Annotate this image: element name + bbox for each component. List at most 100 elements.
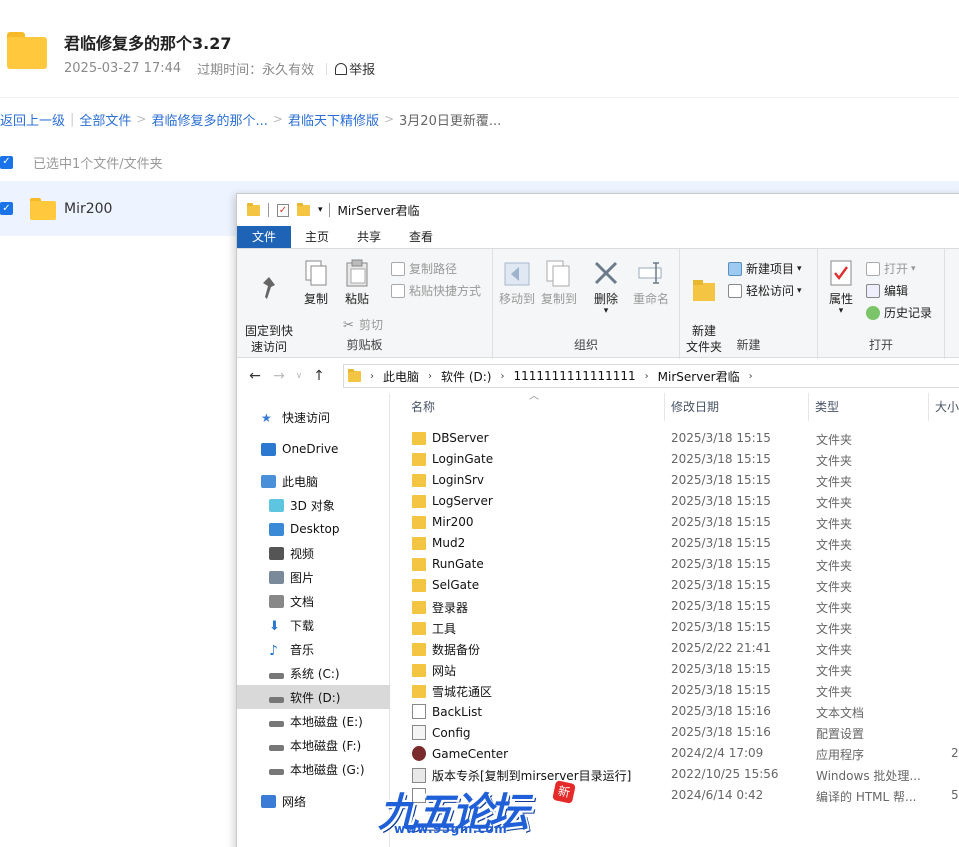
easy-access-button[interactable]: 轻松访问 ▾	[728, 282, 802, 299]
nav-item[interactable]: 本地磁盘 (G:)	[237, 757, 390, 781]
new-folder-icon	[693, 280, 715, 301]
paste-shortcut-button[interactable]: 粘贴快捷方式	[391, 282, 481, 299]
column-size[interactable]: 大小	[929, 393, 959, 421]
nav-item[interactable]: 3D 对象	[237, 493, 390, 517]
paste-button[interactable]: 粘贴	[341, 259, 373, 307]
new-group: 新建 文件夹 新建项目 ▾ 轻松访问 ▾ 新建	[680, 249, 818, 359]
nav-item[interactable]: Desktop	[237, 517, 390, 541]
history-button[interactable]: 历史记录	[866, 304, 932, 321]
file-date: 2025/3/18 15:15	[671, 557, 771, 571]
tab-file[interactable]: 文件	[237, 226, 292, 248]
select-all-checkbox[interactable]: ✓	[0, 155, 13, 169]
file-row[interactable]: SelGate 2025/3/18 15:15 文件夹	[391, 575, 959, 596]
file-row[interactable]: 工具 2025/3/18 15:15 文件夹	[391, 617, 959, 638]
file-row[interactable]: DBServer 2025/3/18 15:15 文件夹	[391, 428, 959, 449]
file-row[interactable]: RunGate 2025/3/18 15:15 文件夹	[391, 554, 959, 575]
breadcrumb-item[interactable]: 全部文件	[79, 110, 131, 129]
edit-button[interactable]: 编辑	[866, 282, 908, 299]
breadcrumb-item[interactable]: 君临天下精修版	[288, 110, 379, 129]
move-to-button[interactable]: 移动到	[497, 259, 537, 307]
properties-quick-icon[interactable]: ✓	[277, 203, 289, 217]
chevron-down-icon[interactable]: ▾	[318, 205, 323, 215]
nav-item[interactable]: 网络	[237, 789, 390, 813]
file-row[interactable]: Mud2 2025/3/18 15:15 文件夹	[391, 533, 959, 554]
delete-button[interactable]: 删除 ▾	[589, 259, 623, 316]
nav-item[interactable]: ⬇ 下载	[237, 613, 390, 637]
chevron-down-icon[interactable]: ∨	[291, 371, 307, 381]
cut-button[interactable]: ✂ 剪切	[343, 316, 383, 333]
new-item-icon	[728, 261, 742, 276]
file-row[interactable]: 网站 2025/3/18 15:15 文件夹	[391, 659, 959, 680]
new-item-button[interactable]: 新建项目 ▾	[728, 260, 802, 277]
file-type: 文件夹	[816, 538, 853, 552]
open-button[interactable]: 打开 ▾	[866, 260, 916, 277]
nav-item[interactable]: 图片	[237, 565, 390, 589]
tab-home[interactable]: 主页	[291, 226, 343, 248]
file-row[interactable]: Config 2025/3/18 15:16 配置设置	[391, 722, 959, 743]
drive-icon	[269, 672, 284, 679]
address-segment[interactable]: 1111111111111111	[513, 369, 635, 383]
back-link[interactable]: 返回上一级	[0, 110, 65, 129]
folder-icon	[412, 515, 426, 529]
up-arrow-icon[interactable]: ↑	[307, 368, 331, 384]
file-row[interactable]: LoginSrv 2025/3/18 15:15 文件夹	[391, 470, 959, 491]
file-checkbox[interactable]: ✓	[0, 202, 13, 215]
watermark-url: www.95gm.com	[394, 822, 508, 836]
column-name[interactable]: 名称	[405, 393, 665, 421]
folder-icon	[412, 643, 426, 656]
nav-item[interactable]: 本地磁盘 (F:)	[237, 733, 390, 757]
nav-item[interactable]: 软件 (D:)	[237, 685, 390, 709]
copy-path-button[interactable]: 复制路径	[391, 260, 457, 277]
address-segment[interactable]: MirServer君临	[658, 368, 740, 385]
nav-item[interactable]: 文档	[237, 589, 390, 613]
file-row[interactable]: 数据备份 2025/2/22 21:41 文件夹	[391, 638, 959, 659]
properties-button[interactable]: 属性 ▾	[824, 259, 858, 316]
clipboard-group-label: 剪贴板	[346, 338, 383, 352]
report-button[interactable]: 举报	[335, 59, 375, 78]
nav-item-label: 网络	[282, 794, 307, 809]
copy-to-button[interactable]: 复制到	[539, 259, 579, 307]
tab-view[interactable]: 查看	[395, 226, 447, 248]
file-date: 2025/3/18 15:15	[671, 662, 771, 676]
open-icon	[866, 261, 880, 276]
forward-arrow-icon[interactable]: →	[267, 368, 291, 384]
watermark-badge: 新	[552, 780, 576, 804]
column-type[interactable]: 类型	[809, 393, 929, 421]
file-row[interactable]: GameCenter 2024/2/4 17:09 应用程序 2,	[391, 743, 959, 764]
drive-icon	[269, 744, 284, 751]
nav-item-label: 本地磁盘 (E:)	[290, 714, 363, 729]
folder-icon	[247, 202, 260, 216]
open-group: 属性 ▾ 打开 ▾ 编辑 历史记录 打开	[818, 249, 945, 359]
tab-share[interactable]: 共享	[343, 226, 395, 248]
nav-item[interactable]: 系统 (C:)	[237, 661, 390, 685]
file-row[interactable]: 雪城花通区 2025/3/18 15:15 文件夹	[391, 680, 959, 701]
nav-item[interactable]: ♪ 音乐	[237, 637, 390, 661]
file-row[interactable]: LogServer 2025/3/18 15:15 文件夹	[391, 491, 959, 512]
nav-item[interactable]: 本地磁盘 (E:)	[237, 709, 390, 733]
file-row[interactable]: BackList 2025/3/18 15:16 文本文档	[391, 701, 959, 722]
file-name-cell: 工具	[412, 620, 456, 637]
file-name: 登录器	[432, 601, 469, 615]
nav-item[interactable]: 此电脑	[237, 469, 390, 493]
column-date[interactable]: 修改日期	[665, 393, 809, 421]
back-arrow-icon[interactable]: ←	[243, 368, 267, 384]
file-type: 文件夹	[816, 664, 853, 678]
rename-button[interactable]: 重命名	[631, 259, 671, 307]
copy-button[interactable]: 复制	[301, 259, 331, 307]
address-segment[interactable]: 此电脑	[383, 368, 419, 385]
breadcrumb-item[interactable]: 君临修复多的那个...	[151, 110, 267, 129]
file-row[interactable]: Mir200 2025/3/18 15:15 文件夹	[391, 512, 959, 533]
folder-icon	[412, 452, 426, 466]
file-name-cell: 登录器	[412, 599, 468, 616]
file-row[interactable]: 登录器 2025/3/18 15:15 文件夹	[391, 596, 959, 617]
address-segment[interactable]: 软件 (D:)	[441, 368, 491, 385]
file-type: Windows 批处理...	[816, 769, 921, 783]
nav-item[interactable]: 视频	[237, 541, 390, 565]
file-name-cell: Config	[412, 725, 471, 740]
nav-item[interactable]: ★ 快速访问	[237, 405, 390, 429]
nav-item[interactable]: OneDrive	[237, 437, 390, 461]
ribbon: 固定到快 速访问 复制 粘贴 复制路径 粘贴快捷方式 ✂ 剪切 剪贴板 移动到 …	[237, 248, 959, 359]
new-folder-quick-icon[interactable]	[297, 202, 310, 216]
address-field[interactable]: › 此电脑 › 软件 (D:) › 1111111111111111 › Mir…	[343, 364, 959, 388]
file-row[interactable]: LoginGate 2025/3/18 15:15 文件夹	[391, 449, 959, 470]
